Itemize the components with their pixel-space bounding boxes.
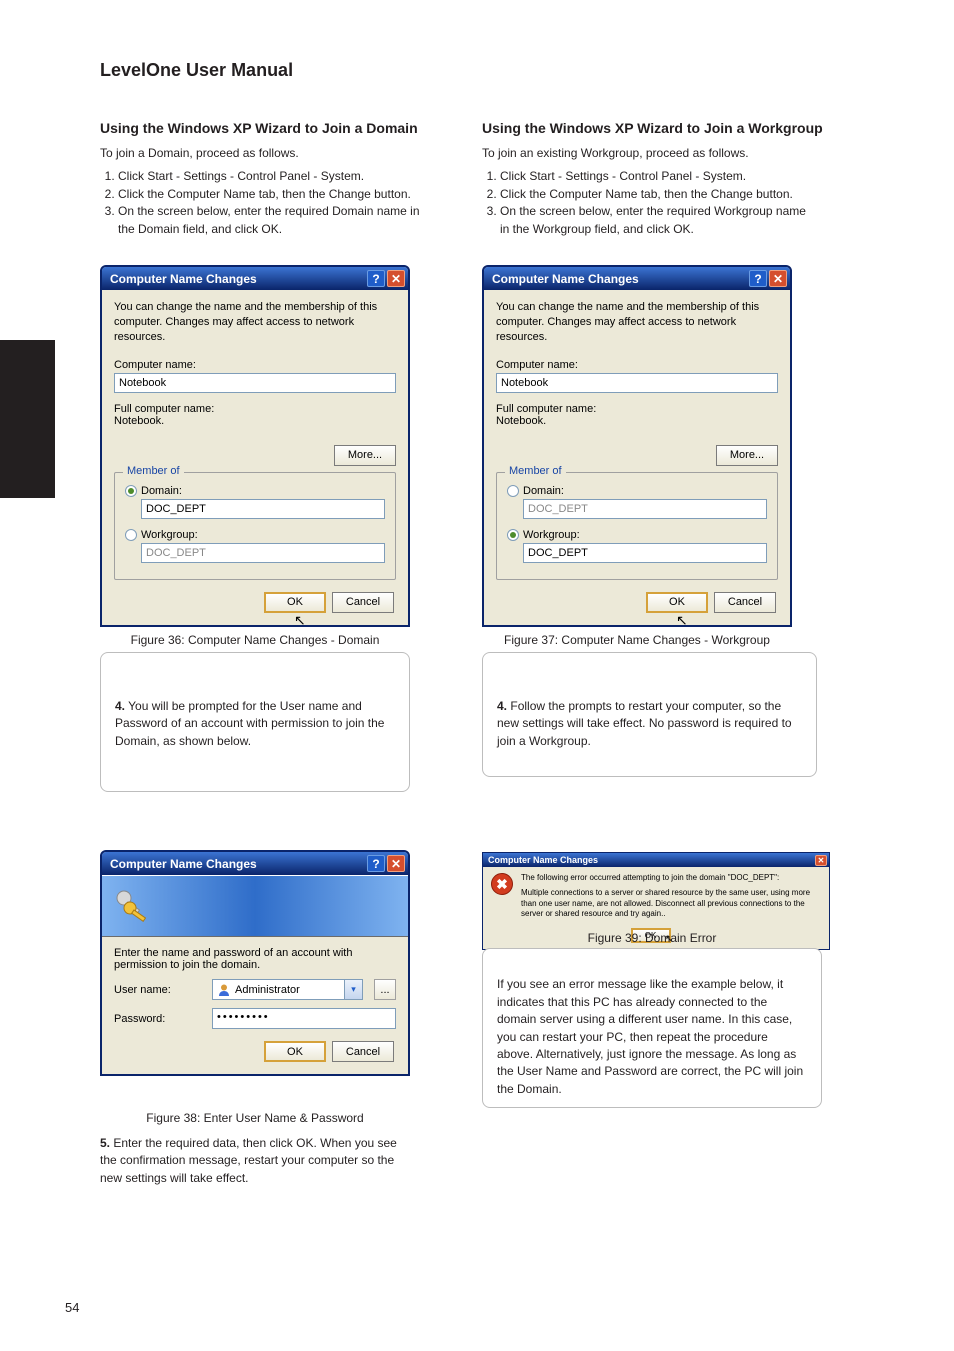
note-b-text: Follow the prompts to restart your compu… [497,699,792,748]
full-name-value: Notebook. [114,415,396,427]
dlg-title: Computer Name Changes [488,855,598,865]
cancel-button[interactable]: Cancel [332,1041,394,1062]
step-b2: Click the Computer Name tab, then the Ch… [500,186,812,203]
page-number: 54 [65,1300,79,1315]
user-name-value: Administrator [235,984,300,996]
domain-radio[interactable] [125,485,137,497]
error-line2: Multiple connections to a server or shar… [521,888,821,920]
more-button[interactable]: More... [334,445,396,466]
computer-name-input[interactable] [496,373,778,393]
step-a1: Click Start - Settings - Control Panel -… [118,168,420,185]
computer-name-label: Computer name: [496,359,778,371]
dlg-description: You can change the name and the membersh… [114,300,396,345]
computer-name-label: Computer name: [114,359,396,371]
page-header: LevelOne User Manual [100,60,293,81]
workgroup-label: Workgroup: [141,529,198,541]
workgroup-radio[interactable] [125,529,137,541]
note-b-num: 4. [497,699,507,713]
cancel-button[interactable]: Cancel [332,592,394,613]
member-of-group: Member of Domain: Workgroup: [496,472,778,580]
note-box-a: 4. You will be prompted for the User nam… [100,652,410,792]
note-box-error: If you see an error message like the exa… [482,948,822,1108]
workgroup-label: Workgroup: [523,529,580,541]
member-of-legend: Member of [505,465,566,477]
close-icon[interactable]: ✕ [387,855,405,872]
password-input[interactable]: ••••••••• [212,1008,396,1029]
member-of-group: Member of Domain: Workgroup: [114,472,396,580]
step-a3: On the screen below, enter the required … [118,203,420,238]
full-name-label: Full computer name: [114,403,396,415]
dlg-credentials: Computer Name Changes ? ✕ Enter the name… [100,850,410,1076]
ok-button[interactable]: OK [646,592,708,613]
figure-c-caption: Figure 38: Enter User Name & Password [146,1111,363,1125]
help-icon[interactable]: ? [749,270,767,287]
dlg-title: Computer Name Changes [110,857,257,871]
side-tab [0,340,55,498]
dlg-computer-name-domain: Computer Name Changes ? ✕ You can change… [100,265,410,627]
ok-button[interactable]: OK [264,1041,326,1062]
figure-d-caption: Figure 39: Domain Error [588,931,717,945]
dropdown-icon[interactable]: ▾ [345,979,363,1000]
domain-radio[interactable] [507,485,519,497]
section-b-intro: To join an existing Workgroup, proceed a… [482,146,749,160]
cancel-button[interactable]: Cancel [714,592,776,613]
dlg-title: Computer Name Changes [110,272,257,286]
user-name-label: User name: [114,984,204,996]
credentials-prompt: Enter the name and password of an accoun… [114,947,396,971]
workgroup-input [141,543,385,563]
credentials-banner [102,875,408,937]
step-c-num: 5. [100,1136,110,1150]
password-label: Password: [114,1013,204,1025]
error-icon: ✖ [491,873,513,895]
close-icon[interactable]: ✕ [769,270,787,287]
titlebar[interactable]: Computer Name Changes ? ✕ [102,852,408,875]
help-icon[interactable]: ? [367,855,385,872]
member-of-legend: Member of [123,465,184,477]
dlg-description: You can change the name and the membersh… [496,300,778,345]
user-icon [217,983,231,997]
note-a-text: You will be prompted for the User name a… [115,699,384,748]
more-button[interactable]: More... [716,445,778,466]
section-a-intro: To join a Domain, proceed as follows. [100,146,299,160]
browse-button[interactable]: ... [374,979,396,1000]
note-a-num: 4. [115,699,125,713]
step-b1: Click Start - Settings - Control Panel -… [500,168,812,185]
figure-a-caption: Figure 36: Computer Name Changes - Domai… [131,633,380,647]
dlg-title: Computer Name Changes [492,272,639,286]
full-name-label: Full computer name: [496,403,778,415]
close-icon[interactable]: ✕ [387,270,405,287]
domain-input[interactable] [141,499,385,519]
section-a-title: Using the Windows XP Wizard to Join a Do… [100,120,418,136]
workgroup-radio[interactable] [507,529,519,541]
titlebar[interactable]: Computer Name Changes ? ✕ [102,267,408,290]
domain-input [523,499,767,519]
error-line1: The following error occurred attempting … [521,873,821,884]
step-b3: On the screen below, enter the required … [500,203,812,238]
section-b-title: Using the Windows XP Wizard to Join a Wo… [482,120,823,136]
step-c-text: Enter the required data, then click OK. … [100,1136,397,1185]
step-a2: Click the Computer Name tab, then the Ch… [118,186,420,203]
domain-label: Domain: [523,485,564,497]
domain-label: Domain: [141,485,182,497]
workgroup-input[interactable] [523,543,767,563]
titlebar[interactable]: Computer Name Changes ✕ [483,853,829,867]
error-note-text: If you see an error message like the exa… [497,977,803,1095]
close-icon[interactable]: ✕ [815,855,827,866]
help-icon[interactable]: ? [367,270,385,287]
note-box-b: 4. Follow the prompts to restart your co… [482,652,817,777]
user-name-input[interactable]: Administrator [212,979,345,1000]
computer-name-input[interactable] [114,373,396,393]
figure-b-caption: Figure 37: Computer Name Changes - Workg… [504,633,770,647]
titlebar[interactable]: Computer Name Changes ? ✕ [484,267,790,290]
ok-button[interactable]: OK [264,592,326,613]
full-name-value: Notebook. [496,415,778,427]
dlg-computer-name-workgroup: Computer Name Changes ? ✕ You can change… [482,265,792,627]
keys-icon [112,886,152,926]
